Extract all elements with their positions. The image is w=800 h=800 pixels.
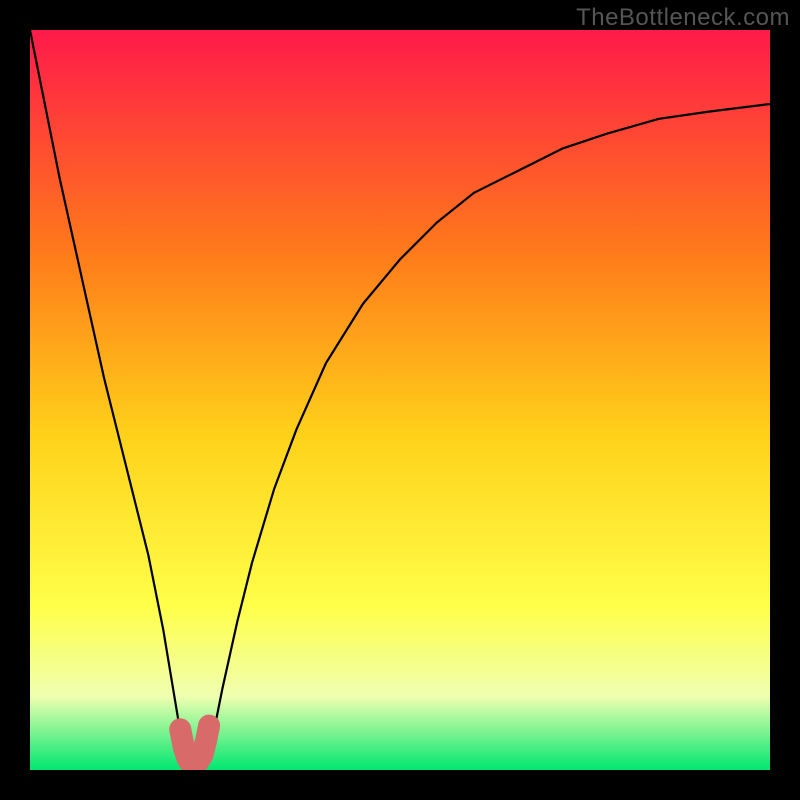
chart-frame: TheBottleneck.com <box>0 0 800 800</box>
plot-area <box>30 30 770 770</box>
bottleneck-chart <box>30 30 770 770</box>
gradient-background <box>30 30 770 770</box>
watermark-text: TheBottleneck.com <box>576 4 790 32</box>
